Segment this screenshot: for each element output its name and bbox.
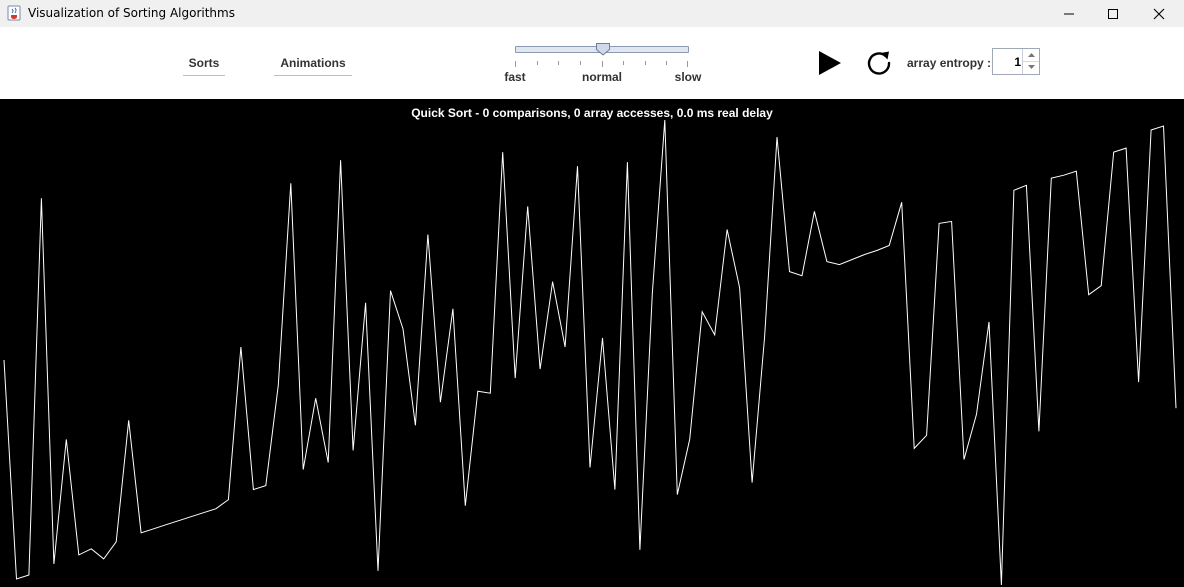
- maximize-icon: [1108, 8, 1118, 19]
- toolbar: Sorts Animations fast normal slow array …: [0, 27, 1184, 99]
- slider-tick: [537, 61, 538, 65]
- maximize-button[interactable]: [1090, 0, 1136, 27]
- slider-label-normal: normal: [581, 70, 623, 84]
- chevron-up-icon: [1027, 53, 1035, 57]
- slider-tick: [687, 61, 688, 67]
- slider-tick: [558, 61, 559, 65]
- close-icon: [1153, 8, 1165, 19]
- speed-slider[interactable]: fast normal slow: [504, 42, 701, 84]
- java-cup-icon: [7, 5, 21, 21]
- slider-tick: [645, 61, 646, 65]
- slider-tick: [602, 61, 603, 67]
- reset-button[interactable]: [864, 49, 894, 82]
- spinner-down-button[interactable]: [1023, 61, 1039, 73]
- array-line-plot: [3, 119, 1177, 586]
- array-entropy-label: array entropy :: [907, 56, 992, 70]
- slider-tick: [666, 61, 667, 65]
- visualization-canvas: Quick Sort - 0 comparisons, 0 array acce…: [0, 99, 1184, 587]
- array-entropy-value[interactable]: 1: [1014, 55, 1021, 69]
- minimize-icon: [1064, 13, 1074, 14]
- chevron-down-icon: [1027, 65, 1035, 69]
- sorts-menu-button[interactable]: Sorts: [183, 56, 225, 76]
- sort-status-text: Quick Sort - 0 comparisons, 0 array acce…: [411, 106, 773, 120]
- play-icon: [819, 51, 841, 75]
- slider-tick: [580, 61, 581, 65]
- window-title: Visualization of Sorting Algorithms: [28, 6, 235, 20]
- array-entropy-spinner[interactable]: 1: [992, 48, 1040, 75]
- window-titlebar: Visualization of Sorting Algorithms: [0, 0, 1184, 27]
- animations-underline: [274, 75, 352, 76]
- close-button[interactable]: [1136, 0, 1182, 27]
- slider-tick: [515, 61, 516, 67]
- slider-label-slow: slow: [674, 70, 702, 84]
- spinner-arrows: [1022, 49, 1039, 74]
- slider-label-fast: fast: [504, 70, 526, 84]
- speed-slider-thumb[interactable]: [595, 42, 611, 56]
- animations-menu-button[interactable]: Animations: [274, 56, 352, 76]
- play-button[interactable]: [816, 50, 844, 81]
- sorts-label: Sorts: [188, 56, 220, 70]
- array-value-line: [3, 119, 1177, 586]
- sorts-underline: [183, 75, 225, 76]
- slider-tick: [623, 61, 624, 65]
- reset-icon: [867, 51, 891, 75]
- minimize-button[interactable]: [1046, 0, 1092, 27]
- animations-label: Animations: [280, 56, 346, 70]
